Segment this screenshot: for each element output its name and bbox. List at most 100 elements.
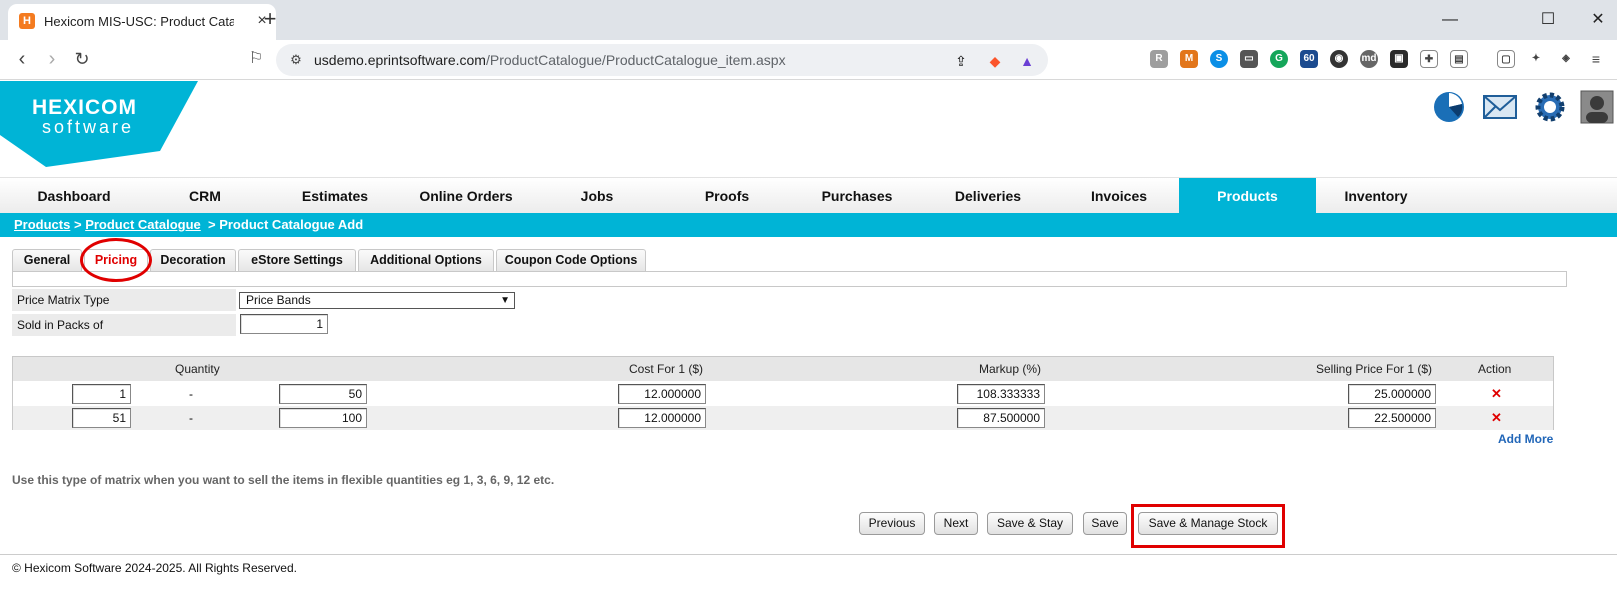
address-bar[interactable]: ⚙ usdemo.eprintsoftware.com/ProductCatal… [276,44,1048,76]
previous-button[interactable]: Previous [859,512,925,535]
shazam-icon[interactable]: S [1210,50,1228,68]
tab-decoration[interactable]: Decoration [150,249,236,271]
save-button[interactable]: Save [1083,512,1127,535]
grammarly-icon[interactable]: G [1270,50,1288,68]
extension-icon[interactable]: R [1150,50,1168,68]
price-matrix-value: Price Bands [246,293,311,307]
back-icon[interactable]: ‹ [10,48,34,72]
cast-icon[interactable]: ▭ [1240,50,1258,68]
nav-crm[interactable]: CRM [140,178,270,214]
quantity-from-input[interactable]: 51 [72,408,131,428]
cost-input[interactable]: 12.000000 [618,408,706,428]
reload-icon[interactable]: ↻ [70,48,94,72]
markup-input[interactable]: 108.333333 [957,384,1045,404]
lens-icon[interactable]: ◉ [1330,50,1348,68]
extensions-puzzle-icon[interactable]: ✚ [1420,50,1438,68]
close-window-icon[interactable]: ✕ [1586,8,1610,32]
range-dash: - [189,387,193,401]
badge-extension-icon[interactable]: 60 [1300,50,1318,68]
selling-price-input[interactable]: 22.500000 [1348,408,1436,428]
breadcrumb: Products > Product Catalogue > Product C… [0,213,1617,237]
nav-estimates[interactable]: Estimates [270,178,400,214]
nav-dashboard[interactable]: Dashboard [0,178,148,214]
markup-input[interactable]: 87.500000 [957,408,1045,428]
delete-row-icon[interactable]: ✕ [1491,386,1502,402]
header-selling-price: Selling Price For 1 ($) [1316,362,1433,376]
cost-input[interactable]: 12.000000 [618,384,706,404]
selling-price-input[interactable]: 25.000000 [1348,384,1436,404]
table-row: 51 - 100 12.000000 87.500000 22.500000 ✕ [13,406,1553,430]
nav-deliveries[interactable]: Deliveries [922,178,1054,214]
save-manage-stock-highlight [1131,504,1285,548]
sold-in-packs-label: Sold in Packs of [12,314,236,336]
flag-extension-icon[interactable]: ▣ [1390,50,1408,68]
breadcrumb-separator: > [73,217,82,232]
nav-products[interactable]: Products [1179,178,1316,214]
pricing-highlight-circle [80,238,152,282]
favicon-icon: H [19,13,35,29]
main-navigation: Dashboard CRM Estimates Online Orders Jo… [0,177,1617,214]
pie-chart-icon[interactable] [1432,90,1466,124]
hexicom-logo[interactable]: HEXICOM software [0,81,200,167]
nav-inventory[interactable]: Inventory [1316,178,1436,214]
tab-coupon-code-options[interactable]: Coupon Code Options [496,249,646,271]
nav-invoices[interactable]: Invoices [1054,178,1184,214]
quantity-to-input[interactable]: 50 [279,384,367,404]
breadcrumb-catalogue-link[interactable]: Product Catalogue [85,217,201,232]
next-button[interactable]: Next [934,512,978,535]
price-matrix-label: Price Matrix Type [12,289,236,311]
save-stay-button[interactable]: Save & Stay [987,512,1073,535]
mail-icon[interactable] [1483,90,1517,124]
tab-general[interactable]: General [12,249,82,271]
price-band-table: Quantity Cost For 1 ($) Markup (%) Selli… [12,356,1554,430]
price-matrix-select[interactable]: Price Bands ▼ [239,292,515,309]
quantity-to-input[interactable]: 100 [279,408,367,428]
header-cost: Cost For 1 ($) [629,362,704,376]
chevron-down-icon: ▼ [500,295,510,306]
leo-ai-icon[interactable]: ✦ [1527,50,1545,68]
tab-estore-settings[interactable]: eStore Settings [238,249,356,271]
add-more-link[interactable]: Add More [1498,432,1553,446]
copyright-text: © Hexicom Software 2024-2025. All Rights… [12,561,297,575]
menu-icon[interactable]: ≡ [1587,50,1605,68]
url-text[interactable]: usdemo.eprintsoftware.com/ProductCatalog… [314,52,786,68]
vpn-icon[interactable]: ◈ [1557,50,1575,68]
logo-subtext: software [42,117,135,137]
wallet-icon[interactable]: ▢ [1497,50,1515,68]
matrix-hint-text: Use this type of matrix when you want to… [12,473,555,487]
header-markup: Markup (%) [979,362,1042,376]
browser-toolbar: ‹ › ↻ ⚐ ⚙ usdemo.eprintsoftware.com/Prod… [0,40,1617,80]
nav-proofs[interactable]: Proofs [662,178,792,214]
sidebar-icon[interactable]: ▤ [1450,50,1468,68]
browser-tabstrip: H Hexicom MIS-USC: Product Catalogue × +… [0,0,1617,40]
sold-in-packs-input[interactable]: 1 [240,314,328,334]
delete-row-icon[interactable]: ✕ [1491,410,1502,426]
quantity-from-input[interactable]: 1 [72,384,131,404]
brave-shield-icon[interactable]: ◆ [986,52,1004,70]
brave-rewards-icon[interactable]: ▲ [1018,52,1036,70]
maximize-icon[interactable]: ☐ [1536,8,1560,32]
breadcrumb-products-link[interactable]: Products [14,217,70,232]
site-info-icon[interactable]: ⚙ [288,52,304,68]
bookmark-icon[interactable]: ⚐ [244,48,268,72]
nav-purchases[interactable]: Purchases [792,178,922,214]
tab-panel [12,271,1567,287]
settings-gear-icon[interactable] [1533,90,1567,124]
header-action: Action [1478,362,1512,376]
nav-online-orders[interactable]: Online Orders [400,178,532,214]
new-tab-icon[interactable]: + [258,8,282,32]
nav-jobs[interactable]: Jobs [532,178,662,214]
minimize-icon[interactable]: — [1438,8,1462,32]
browser-tab[interactable]: H Hexicom MIS-USC: Product Catalogue × [8,4,276,40]
share-icon[interactable]: ⇪ [952,52,970,70]
table-row: 1 - 50 12.000000 108.333333 25.000000 ✕ [13,382,1553,406]
metamask-icon[interactable]: M [1180,50,1198,68]
forward-icon[interactable]: › [40,48,64,72]
header-quantity: Quantity [175,362,220,376]
user-avatar-icon[interactable] [1580,90,1614,124]
tab-title: Hexicom MIS-USC: Product Catalogue [44,14,234,29]
md-icon[interactable]: md [1360,50,1378,68]
breadcrumb-current: > Product Catalogue Add [208,217,364,232]
table-header: Quantity Cost For 1 ($) Markup (%) Selli… [13,357,1553,381]
tab-additional-options[interactable]: Additional Options [358,249,494,271]
